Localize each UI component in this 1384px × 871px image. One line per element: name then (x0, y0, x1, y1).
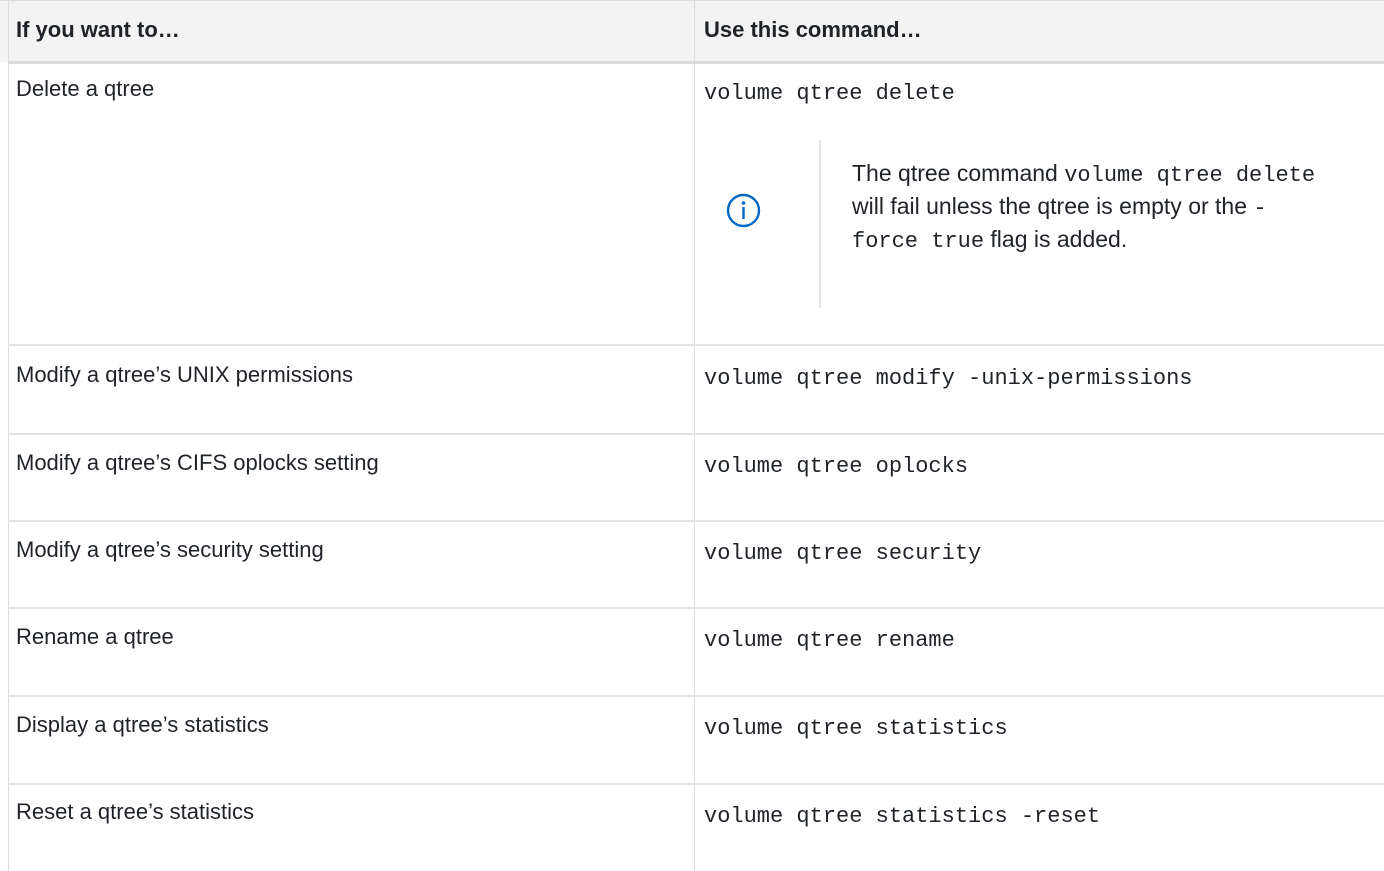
command-unix-permissions: volume qtree modify -unix-permissions (704, 366, 1193, 391)
info-note: The qtree command volume qtree delete wi… (704, 140, 1344, 308)
note-text: The qtree command volume qtree delete wi… (852, 158, 1332, 257)
header-task: If you want to… (16, 17, 180, 42)
task-security: Modify a qtree’s security setting (16, 537, 324, 562)
info-icon (726, 193, 761, 228)
note-text-part-2: will fail unless the qtree is empty or t… (852, 193, 1254, 219)
note-text-part-1: The qtree command (852, 160, 1065, 186)
row-divider (8, 344, 1384, 346)
column-divider (694, 0, 695, 871)
command-cifs-oplocks: volume qtree oplocks (704, 454, 969, 479)
header-divider (8, 61, 1384, 64)
table-left-border (8, 0, 9, 871)
task-delete: Delete a qtree (16, 76, 155, 101)
command-security: volume qtree security (704, 541, 982, 566)
note-text-part-3: flag is added. (984, 226, 1128, 252)
command-statistics: volume qtree statistics (704, 716, 1008, 741)
command-reset-statistics: volume qtree statistics -reset (704, 804, 1101, 829)
note-code-command: volume qtree delete (1064, 163, 1316, 188)
qtree-commands-table: If you want to… Use this command… Delete… (0, 0, 1384, 871)
row-divider (8, 783, 1384, 785)
task-rename: Rename a qtree (16, 624, 174, 649)
row-divider (8, 607, 1384, 609)
task-cifs-oplocks: Modify a qtree’s CIFS oplocks setting (16, 450, 379, 475)
header-command: Use this command… (704, 17, 922, 42)
task-reset-statistics: Reset a qtree’s statistics (16, 799, 255, 824)
task-statistics: Display a qtree’s statistics (16, 712, 269, 737)
command-delete: volume qtree delete (704, 81, 955, 106)
task-unix-permissions: Modify a qtree’s UNIX permissions (16, 362, 354, 387)
note-divider (819, 140, 821, 308)
row-divider (8, 433, 1384, 435)
command-rename: volume qtree rename (704, 628, 955, 653)
row-divider (8, 520, 1384, 522)
table-header-row: If you want to… Use this command… (0, 0, 1384, 62)
row-divider (8, 695, 1384, 697)
